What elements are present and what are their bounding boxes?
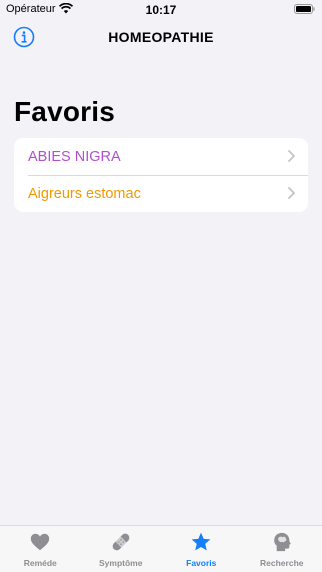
- bandage-icon: [112, 533, 130, 551]
- favorites-list: ABIES NIGRA Aigreurs estomac: [14, 138, 308, 212]
- clock: 10:17: [145, 3, 177, 17]
- tab-remede[interactable]: Reméde: [0, 526, 81, 572]
- tab-label: Favoris: [186, 558, 217, 568]
- tab-recherche[interactable]: Recherche: [242, 526, 322, 572]
- tab-label: Recherche: [260, 558, 304, 568]
- favorite-row-symptom[interactable]: Aigreurs estomac: [14, 175, 308, 212]
- chevron-right-icon: [288, 187, 295, 199]
- page-title: Favoris: [14, 96, 115, 127]
- favorite-label: Aigreurs estomac: [28, 185, 141, 202]
- tab-favoris[interactable]: Favoris: [161, 526, 242, 572]
- star-icon: [191, 532, 211, 551]
- nav-title: HOMEOPATHIE: [108, 29, 214, 45]
- status-bar: Opérateur 10:17: [0, 0, 322, 20]
- tab-symptome[interactable]: Symptôme: [81, 526, 162, 572]
- tab-bar: Reméde Symptôme Favoris Recherche: [0, 525, 322, 572]
- tab-label: Reméde: [23, 558, 57, 568]
- favorite-row-remedy[interactable]: ABIES NIGRA: [14, 138, 308, 175]
- battery-icon: [294, 4, 315, 14]
- tab-label: Symptôme: [99, 558, 143, 568]
- navigation-bar: HOMEOPATHIE: [0, 20, 322, 54]
- brain-head-icon: [273, 532, 291, 552]
- heart-icon: [31, 533, 50, 551]
- favorite-label: ABIES NIGRA: [28, 148, 121, 165]
- chevron-right-icon: [288, 150, 295, 162]
